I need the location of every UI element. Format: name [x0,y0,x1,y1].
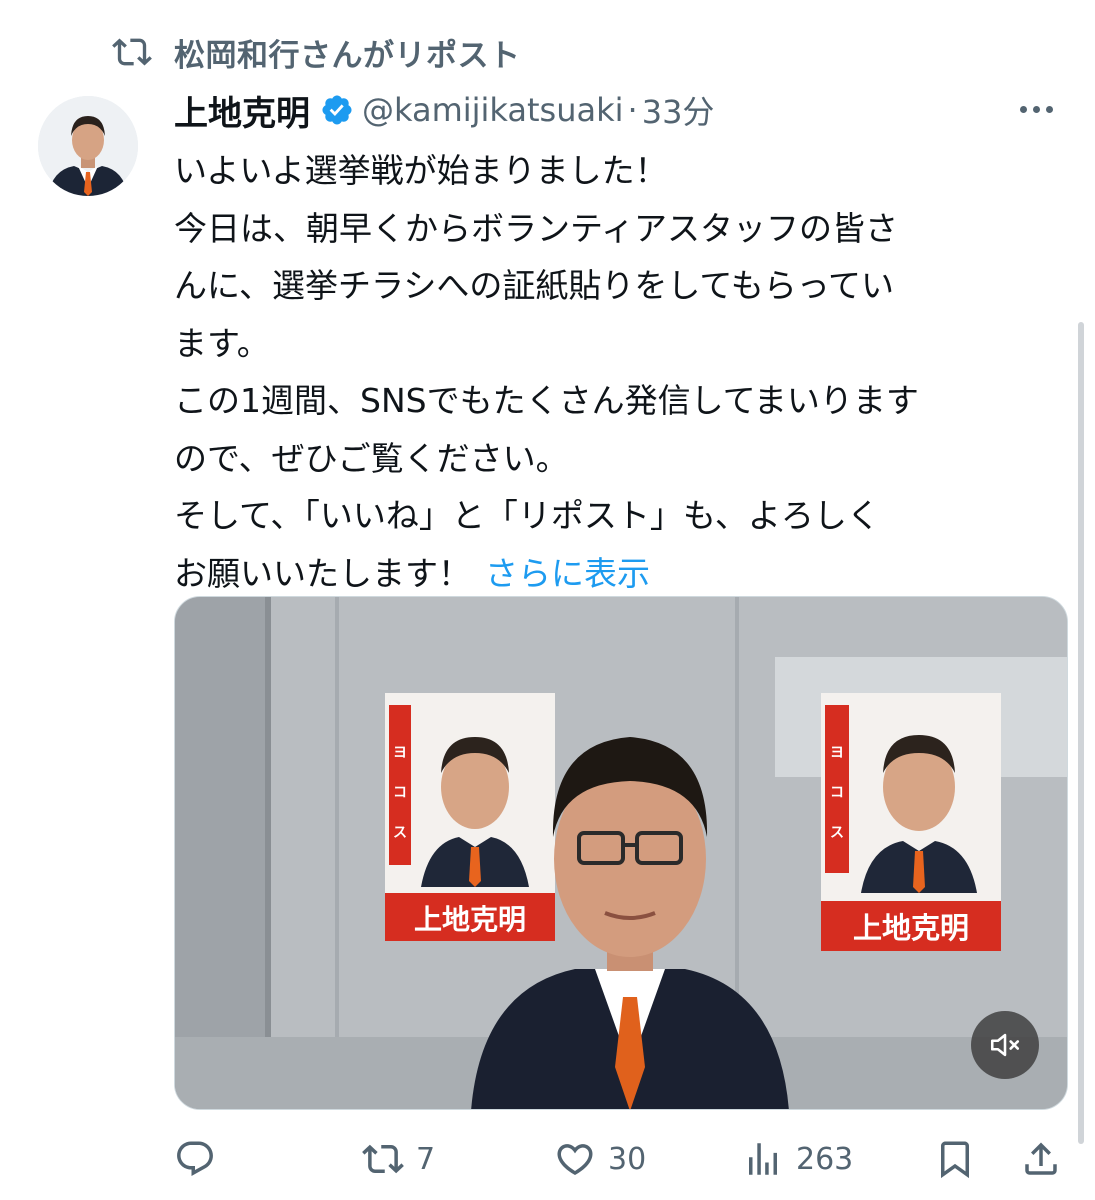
bookmark-button[interactable] [934,1132,976,1186]
like-count: 30 [608,1141,647,1177]
repost-button[interactable]: 7 [362,1132,435,1186]
poster-name-text: 上地克明 [414,903,526,936]
video-frame: ヨ コ ス 上地克明 ヨ コ ス 上地克明 [175,597,1067,1109]
verified-badge-icon [322,95,352,125]
bookmark-icon [941,1141,969,1179]
svg-text:ヨ: ヨ [393,745,407,761]
repost-icon [362,1144,404,1174]
tweet-line: ます。 [174,323,270,363]
campaign-poster-left: ヨ コ ス 上地克明 [385,693,555,941]
more-dot-icon [1032,105,1040,113]
svg-text:コ: コ [393,785,407,801]
more-dot-icon [1045,105,1053,113]
tweet-action-bar: 7 30 263 [174,1132,1064,1186]
views-count: 263 [796,1141,854,1177]
repost-count: 7 [416,1141,436,1177]
repost-label: 松岡和行さんがリポスト [174,37,521,74]
tweet-line-last: お願いいたします！ さらに表示 [174,545,1064,603]
tweet-line-text: お願いいたします！ [174,553,471,593]
views-button[interactable]: 263 [742,1132,853,1186]
reply-icon [177,1141,213,1176]
tweet-line: んに、選挙チラシへの証紙貼りをしてもらってい [174,266,895,305]
avatar[interactable] [38,96,138,196]
tweet-line: いよいよ選挙戦が始まりました！ [174,151,668,190]
video-player[interactable]: ヨ コ ス 上地克明 ヨ コ ス 上地克明 [174,596,1068,1110]
svg-text:ス: ス [393,825,407,841]
mute-button[interactable] [971,1011,1039,1079]
author-name[interactable]: 上地克明 [174,86,310,135]
scrollbar[interactable] [1078,322,1084,1144]
heart-icon [557,1144,593,1176]
reply-button[interactable] [174,1132,216,1186]
avatar-image [38,96,138,196]
show-more-link[interactable]: さらに表示 [485,554,650,593]
campaign-poster-right: ヨ コ ス 上地克明 [821,693,1001,951]
author-handle[interactable]: @kamijikatsuaki [362,91,624,129]
repost-icon [112,38,152,66]
tweet-text: いよいよ選挙戦が始まりました！ 今日は、朝早くからボランティアスタッフの皆さ ん… [174,142,1064,602]
views-icon [749,1143,777,1175]
svg-text:コ: コ [830,785,844,801]
more-options-button[interactable] [1014,94,1058,124]
separator-dot: · [627,91,638,129]
tweet-header: 上地克明 @kamijikatsuaki · 33分 [174,84,1064,136]
svg-text:ヨ: ヨ [830,745,844,761]
tweet-line: そして、「いいね」と「リポスト」も、よろしく [174,496,880,535]
svg-text:ス: ス [830,825,844,841]
share-icon [1025,1142,1057,1175]
poster-name-text: 上地克明 [853,911,969,945]
repost-indicator[interactable]: 松岡和行さんがリポスト [112,30,521,74]
tweet-line: 今日は、朝早くからボランティアスタッフの皆さ [174,208,899,248]
like-button[interactable]: 30 [554,1132,646,1186]
tweet-body[interactable]: 上地克明 @kamijikatsuaki · 33分 いよいよ選挙戦が始まりまし… [174,84,1064,602]
share-button[interactable] [1020,1132,1062,1186]
tweet-line: ので、ぜひご覧ください。 [174,438,569,478]
more-dot-icon [1019,105,1027,113]
tweet-line: この1週間、SNSでもたくさん発信してまいります [174,381,919,420]
muted-speaker-icon [990,1033,1020,1057]
tweet-timestamp[interactable]: 33分 [642,87,715,133]
